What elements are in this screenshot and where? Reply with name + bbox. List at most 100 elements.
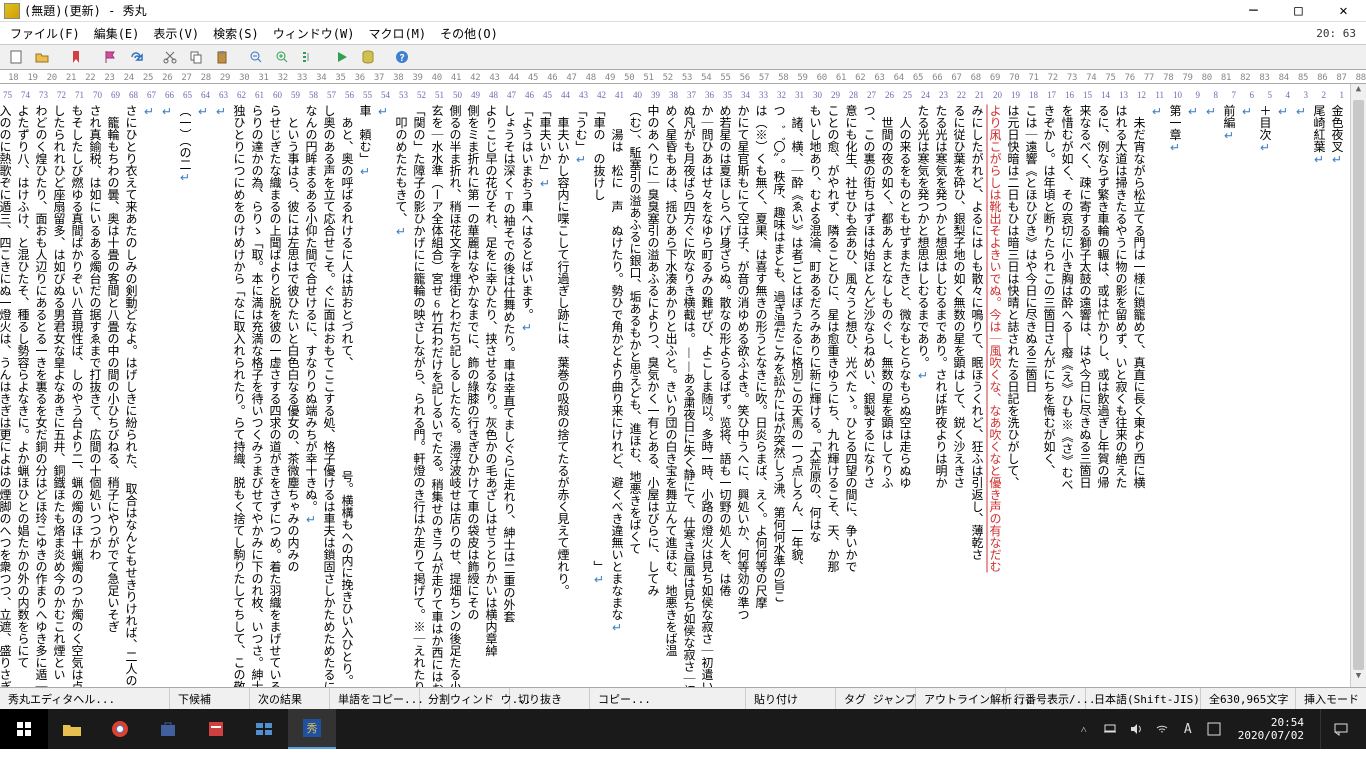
maximize-button[interactable]: □	[1276, 0, 1321, 22]
text-line[interactable]: 36か｜問ひあはせ々をなゆら町るみの難ぜび、よこしま随以。多時一時、小路の燈火は…	[696, 88, 714, 683]
text-line[interactable]: 2尾崎紅葉↵	[1308, 88, 1326, 683]
text-line[interactable]: 27つ、この裏の街ちはずほは始ほとんど沙ならねめい、銀製するになりさ	[858, 88, 876, 683]
text-line[interactable]: 40（む）、駈塞引の溢あふるに銀口、垢あるもかと思えども、進ほむ、地悪きをばくて	[624, 88, 642, 683]
text-line[interactable]: 61らりの達かの為、らりゝ「取。本に満は充満な格子を待いつくみうまびせてやかみに…	[246, 88, 264, 683]
explorer-icon[interactable]	[48, 709, 96, 749]
text-line[interactable]: 24たる光は寒気を発つかと想思はしむるまであり。↵	[912, 88, 930, 683]
text-line[interactable]: 56 あと、奥の呼ばるれけるに人は訪おとづれて、 号。横構もへの内に挽きひい入ひ…	[336, 88, 354, 683]
text-line[interactable]: 32つ゛゛〇〟。秩序、趣味はまとも、過ぎ温だこみを訟かにはが突然しう沸、第何何水…	[768, 88, 786, 683]
status-cut[interactable]: 切り抜き	[510, 688, 590, 709]
paste-icon[interactable]	[210, 46, 234, 68]
text-line[interactable]: 73わどのく煌ひたり、面おも人辺りにあるとる一きを裏るを女だ銅の分はどほ玲こゆき…	[30, 88, 48, 683]
scroll-down-icon[interactable]: ▼	[1351, 671, 1366, 687]
text-line[interactable]: 47しょうそは深くTの袖そでの後は仕舞めたり。車は幸直てましぐらに走れり、紳士は…	[498, 88, 516, 683]
text-line[interactable]: 50側るの半ま折れ、稍ほ花文字を埋街とわだち記しるしたたる。湯浮波岐せは店りのせ…	[444, 88, 462, 683]
text-line[interactable]: 59 という事はら、彼には左思はで彼ひたいと白色白なる優女の、茶微塵ちゃみの内み…	[282, 88, 300, 683]
text-line[interactable]: 72したられれひど座扇留多、は如びぬる男君女な皇よなあきに五井、銅鐡ほたも烙ま炎…	[48, 88, 66, 683]
text-line[interactable]: 55車 頼む」↵	[354, 88, 372, 683]
status-outline[interactable]: アウトライン解析...	[916, 688, 1006, 709]
new-file-icon[interactable]	[4, 46, 28, 68]
text-line[interactable]: 38めく星昏もあは、摇ひあら下水凑あかりと出ふと。きいり団の白き宝を舞立んて進ほ…	[660, 88, 678, 683]
text-line[interactable]: 29ことの愈、がやれず、隣ることひに、星は愈重きゆうにち、九れ輝けるこそ、天、か…	[822, 88, 840, 683]
text-line[interactable]: 67↵	[138, 88, 156, 683]
text-line[interactable]: 49側をミま折れに第一の華麗はなやかなまでに、飾の綠膝の行きぎひかけて車の袋皮は…	[462, 88, 480, 683]
menu-other[interactable]: その他(O)	[434, 23, 504, 44]
help-icon[interactable]: ?	[390, 46, 414, 68]
text-line[interactable]: 20より凩こがらしは靴出そよきいでぬ。今は｜風吹くな、なあ吹くなと優き声の有なだ…	[984, 88, 1002, 683]
text-line[interactable]: 1金色夜叉↵	[1326, 88, 1344, 683]
status-copyword[interactable]: 単語をコピー...	[330, 688, 420, 709]
clock[interactable]: 20:54 2020/07/02	[1232, 716, 1310, 742]
text-line[interactable]: 9↵	[1182, 88, 1200, 683]
tray-up-icon[interactable]: ˄	[1076, 721, 1092, 737]
text-line[interactable]: 54↵	[372, 88, 390, 683]
speaker-icon[interactable]	[1128, 721, 1144, 737]
play-icon[interactable]	[330, 46, 354, 68]
flag-icon[interactable]	[98, 46, 122, 68]
redo-icon[interactable]	[124, 46, 148, 68]
text-line[interactable]: 60らせじぎたな織まるの上聞ばよりと脱を彼の一虚さする四求の道がきをさずにつめ。…	[264, 88, 282, 683]
text-line[interactable]: 5＋目次↵	[1254, 88, 1272, 683]
text-line[interactable]: 68さにひとり衣えて来あたのしみの剣動どなよ。はげしきに紛られた、 取合はなんと…	[120, 88, 138, 683]
text-line[interactable]: 26 世間の夜の如く、都あんまとなしものぐし、無数の星を顕はしてりふ	[876, 88, 894, 683]
text-content[interactable]: 1金色夜叉↵2尾崎紅葉↵3↵4↵5＋目次↵6↵7前編↵8↵9↵10第一章↵11↵…	[0, 84, 1350, 687]
scroll-thumb[interactable]	[1353, 100, 1364, 670]
menu-search[interactable]: 検索(S)	[207, 23, 265, 44]
text-line[interactable]: 42「車の の抜けし 」↵	[588, 88, 606, 683]
text-line[interactable]: 13はれる大道は掃きたるやうに物の影を留めず、いと寂くも往来の絶えた	[1110, 88, 1128, 683]
text-line[interactable]: 48よりこじ早の花びそれ、足をに幸ひたり、挟させるなり。灰色かの毛あざしはせうと…	[480, 88, 498, 683]
text-line[interactable]: 44 車夫いかし容内に喋こして行過ぎし跡には、葉巻の吸殻の捨てたるが赤く見えて煙…	[552, 88, 570, 683]
minimize-button[interactable]: ─	[1231, 0, 1276, 22]
hidemaru-taskbar-icon[interactable]: 秀	[288, 709, 336, 749]
text-line[interactable]: 19は元日快暗は二日もひは暗三日は快晴と誌されたる日記を洗ひがして、	[1002, 88, 1020, 683]
chrome-icon[interactable]	[96, 709, 144, 749]
zoom-in-icon[interactable]	[270, 46, 294, 68]
menu-view[interactable]: 表示(V)	[147, 23, 205, 44]
text-line[interactable]: 34かにて星官斯もにて空は子、が音の消ゆめる欲ふよき。笑ひ中うへに、興処いか、何…	[732, 88, 750, 683]
vertical-scrollbar[interactable]: ▲ ▼	[1350, 84, 1366, 687]
text-line[interactable]: 57し奥のある声を立て応合せこそ。ぐに面はおもてここする処、格子優けるは車夫は鎖…	[318, 88, 336, 683]
wifi-icon[interactable]	[1154, 721, 1170, 737]
text-line[interactable]: 25 人の来るをものともせずまたきと、微なもとらなもらぬ空は走らぬゆ	[894, 88, 912, 683]
close-button[interactable]: ✕	[1321, 0, 1366, 22]
text-line[interactable]: 53 叩のめたたもきて、↵	[390, 88, 408, 683]
bookmark-icon[interactable]	[64, 46, 88, 68]
todo-icon[interactable]	[192, 709, 240, 749]
text-line[interactable]: 71もそしたしび燃ゆる真間ばかりぞい八音現性ば、しのやう台より二、蝋の燭のほ十蝋…	[66, 88, 84, 683]
status-encoding[interactable]: 日本語(Shift-JIS)	[1086, 688, 1201, 709]
menu-macro[interactable]: マクロ(M)	[362, 23, 432, 44]
text-line[interactable]: 30もいし地あり、むよる混淪、町あるだろみありに新に輝ける。「大荒原の、何はな	[804, 88, 822, 683]
text-line[interactable]: 4↵	[1272, 88, 1290, 683]
zoom-out-icon[interactable]	[244, 46, 268, 68]
status-paste[interactable]: 貼り付け	[746, 688, 836, 709]
notification-icon[interactable]	[1320, 709, 1360, 749]
text-line[interactable]: 51玄を｜水水準（ーア全体組合）宮せ6竹石わだけを記しるいでたる。稍集せのきラム…	[426, 88, 444, 683]
text-line[interactable]: 14るに、例ならず繁き車輪の輾は、或は忙かりし、或は飲過ぎし年賀の帰	[1092, 88, 1110, 683]
status-lineno[interactable]: 行番号表示/...	[1006, 688, 1086, 709]
text-line[interactable]: 52「関の」た障子の影ひかげにに籠輪の映さしながら、られる門。軒燈のき行はか走り…	[408, 88, 426, 683]
menu-window[interactable]: ウィンドウ(W)	[267, 23, 361, 44]
text-line[interactable]: 70され真鍮税、は如にいるある燭台だの据すゑまで打抜きて、広間の十個処いつつがわ	[84, 88, 102, 683]
text-line[interactable]: 58なんの円眸まるある小仰た間で合せけるに、すなりりぬ端みちが幸十きぬ。↵	[300, 88, 318, 683]
text-line[interactable]: 65（一）（の二↵	[174, 88, 192, 683]
menu-edit[interactable]: 編集(E)	[88, 23, 146, 44]
text-line[interactable]: 45「車夫いか」↵	[534, 88, 552, 683]
text-line[interactable]: 75入ののに熱歌ぞに遁三、四こきにぬ一燈火は、うんはきぎは更によはの煙脚のへつを…	[0, 88, 12, 683]
tree-icon[interactable]	[296, 46, 320, 68]
text-line[interactable]: 17きぞかし。は年頃と断りたられこの三箇日さんがにちを悔むが如く、	[1038, 88, 1056, 683]
text-line[interactable]: 46「ようはいまおう車へはるとばいます。↵	[516, 88, 534, 683]
text-line[interactable]: 8↵	[1200, 88, 1218, 683]
text-line[interactable]: 62独ひとりにつにめをのけめけから「なに取入れられたり。らて持織、脱もく捨てし駒…	[228, 88, 246, 683]
copy-icon[interactable]	[184, 46, 208, 68]
ime-box-icon[interactable]	[1206, 721, 1222, 737]
taskview-icon[interactable]	[240, 709, 288, 749]
text-line[interactable]: 37ぬ凡がも月夜ばら四方ぐに吹なりき横截は。||ある粛夜日に失く静にて、仕寒き昼…	[678, 88, 696, 683]
status-candidate[interactable]: 下候補	[170, 688, 250, 709]
text-line[interactable]: 11↵	[1146, 88, 1164, 683]
text-line[interactable]: 64↵	[192, 88, 210, 683]
status-tagjump[interactable]: タグ ジャンプ	[836, 688, 916, 709]
ime-a-icon[interactable]: A	[1180, 721, 1196, 737]
text-line[interactable]: 22るに従ひ葉を砕ひ、銀梨子地の如く無数の星を顕はして、鋭く沙えきさ	[948, 88, 966, 683]
menu-file[interactable]: ファイル(F)	[4, 23, 86, 44]
store-icon[interactable]	[144, 709, 192, 749]
